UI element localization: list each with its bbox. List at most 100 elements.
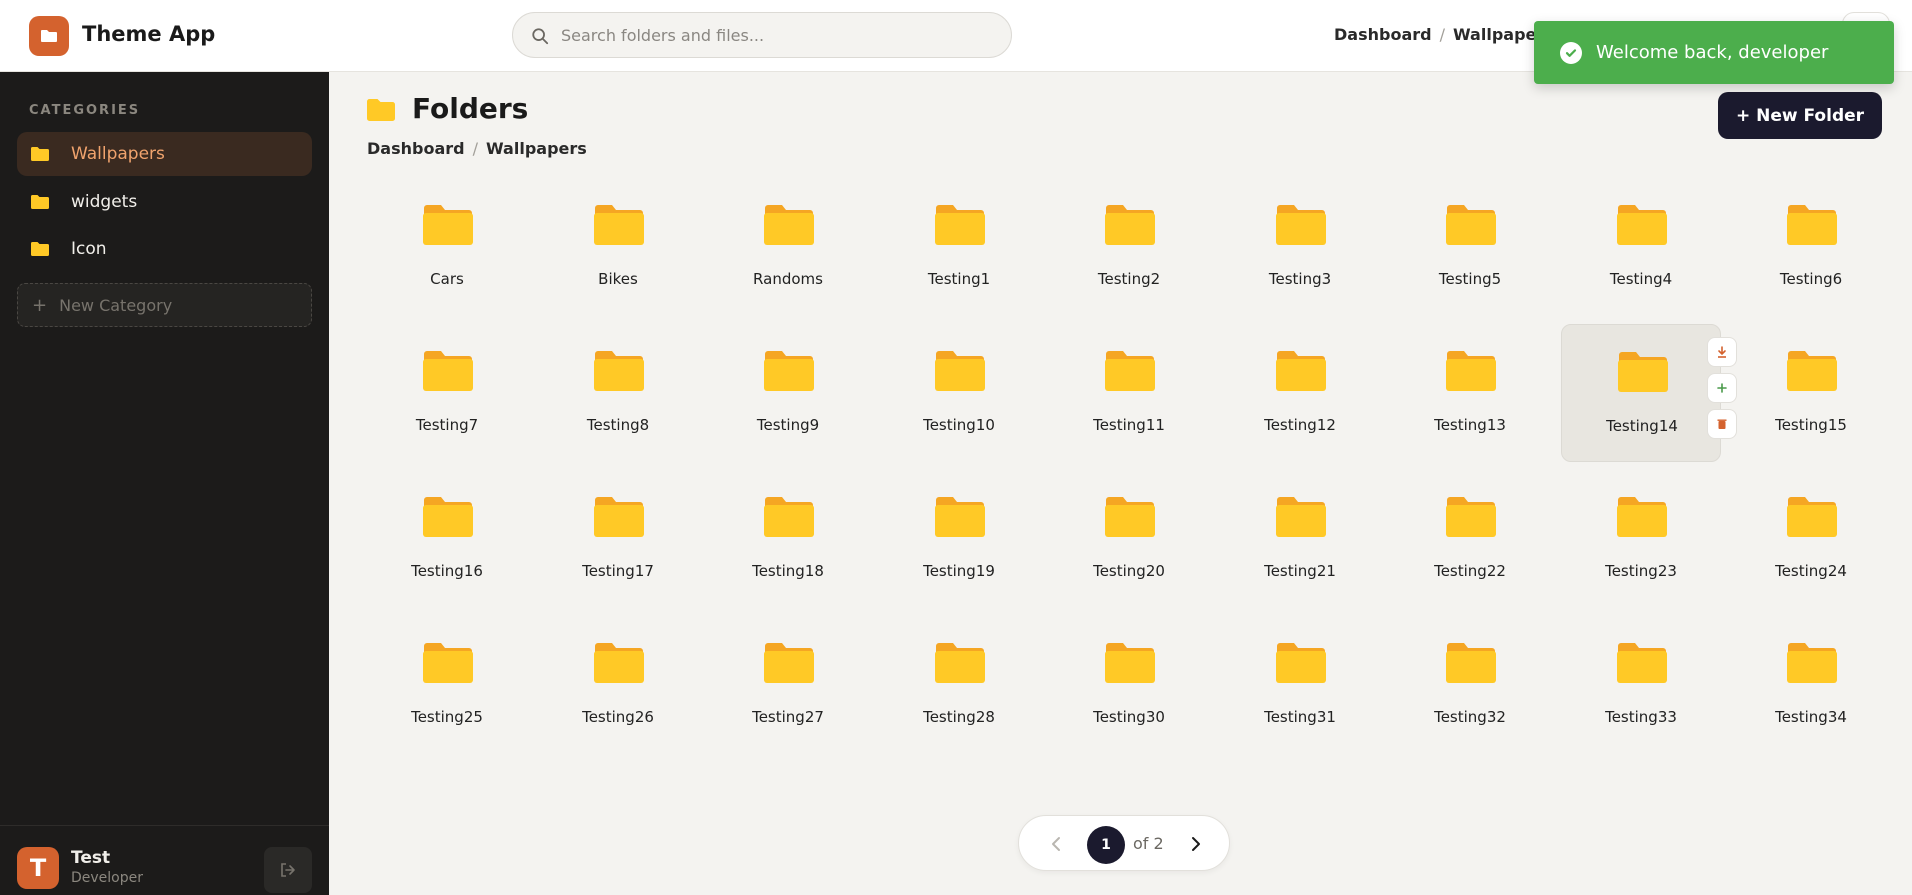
page-total: of 2	[1133, 834, 1164, 853]
sidebar-item-widgets[interactable]: widgets	[17, 180, 312, 224]
folder-tile-testing9[interactable]: Testing9	[708, 334, 868, 468]
app-logo[interactable]	[29, 16, 69, 56]
folder-name: Testing14	[1606, 417, 1678, 435]
folder-icon	[1617, 205, 1667, 245]
page-title: Folders	[412, 92, 529, 125]
folder-name: Testing28	[923, 708, 995, 726]
folder-icon	[1276, 351, 1326, 391]
folder-tile-testing4[interactable]: Testing4	[1561, 188, 1721, 322]
folder-icon	[764, 497, 814, 537]
folder-name: Testing7	[415, 416, 479, 434]
folder-icon	[423, 643, 473, 683]
breadcrumb-link-dashboard[interactable]: Dashboard	[367, 139, 465, 158]
folder-name: Testing10	[923, 416, 995, 434]
folder-icon	[41, 30, 57, 42]
breadcrumb-link-dashboard[interactable]: Dashboard	[1334, 25, 1432, 44]
folder-tile-testing25[interactable]: Testing25	[367, 626, 527, 760]
folder-icon	[935, 643, 985, 683]
folder-name: Testing31	[1264, 708, 1336, 726]
folder-tile-testing16[interactable]: Testing16	[367, 480, 527, 614]
folder-tile-testing13[interactable]: Testing13	[1390, 334, 1550, 468]
folder-name: Testing1	[927, 270, 991, 288]
folder-name: Bikes	[598, 270, 638, 288]
folder-tile-testing15[interactable]: Testing15	[1731, 334, 1891, 468]
folder-tile-randoms[interactable]: Randoms	[708, 188, 868, 322]
folder-tile-testing14[interactable]: Testing14	[1561, 324, 1737, 462]
folder-name: Testing15	[1775, 416, 1847, 434]
folder-name: Testing6	[1779, 270, 1843, 288]
folder-tile-testing22[interactable]: Testing22	[1390, 480, 1550, 614]
sidebar-item-label: widgets	[71, 192, 138, 212]
chevron-left-icon[interactable]	[1047, 834, 1067, 854]
current-page[interactable]: 1	[1087, 826, 1125, 864]
folder-icon	[935, 205, 985, 245]
folder-tile-testing1[interactable]: Testing1	[879, 188, 1039, 322]
avatar[interactable]: T	[17, 847, 59, 889]
folder-tile-testing10[interactable]: Testing10	[879, 334, 1039, 468]
folder-icon	[764, 351, 814, 391]
folder-tile-testing32[interactable]: Testing32	[1390, 626, 1550, 760]
folder-icon	[367, 99, 395, 121]
folder-name: Testing26	[582, 708, 654, 726]
breadcrumb-link-wallpapers[interactable]: Wallpapers	[486, 139, 587, 158]
folder-tile-testing23[interactable]: Testing23	[1561, 480, 1721, 614]
folder-icon	[423, 497, 473, 537]
folder-name: Testing2	[1097, 270, 1161, 288]
folder-icon	[1105, 497, 1155, 537]
trash-icon	[1717, 419, 1727, 429]
folder-tile-testing3[interactable]: Testing3	[1220, 188, 1380, 322]
new-category-button[interactable]: + New Category	[17, 283, 312, 327]
folder-tile-testing8[interactable]: Testing8	[538, 334, 698, 468]
folder-name: Testing18	[752, 562, 824, 580]
folder-name: Testing8	[586, 416, 650, 434]
folder-icon	[1787, 497, 1837, 537]
folder-icon	[764, 643, 814, 683]
folder-tile-testing31[interactable]: Testing31	[1220, 626, 1380, 760]
folder-icon	[1446, 497, 1496, 537]
folder-tile-testing12[interactable]: Testing12	[1220, 334, 1380, 468]
folder-tile-testing24[interactable]: Testing24	[1731, 480, 1891, 614]
folder-tile-bikes[interactable]: Bikes	[538, 188, 698, 322]
folder-icon	[764, 205, 814, 245]
header-breadcrumb: Dashboard / Wallpapers	[1334, 25, 1554, 44]
sidebar-item-icon[interactable]: Icon	[17, 227, 312, 271]
pagination: 1 of 2	[1018, 815, 1230, 871]
folder-icon	[935, 497, 985, 537]
search-input[interactable]	[561, 25, 981, 45]
sidebar-item-wallpapers[interactable]: Wallpapers	[17, 132, 312, 176]
folder-tile-testing26[interactable]: Testing26	[538, 626, 698, 760]
folder-name: Testing34	[1775, 708, 1847, 726]
folder-grid: Cars Bikes Randoms Testing1 Testing2 Testing3…	[367, 188, 1892, 768]
folder-tile-testing5[interactable]: Testing5	[1390, 188, 1550, 322]
folder-tile-testing33[interactable]: Testing33	[1561, 626, 1721, 760]
folder-tile-testing28[interactable]: Testing28	[879, 626, 1039, 760]
plus-icon	[1717, 383, 1727, 393]
user-name: Test	[71, 848, 111, 868]
new-folder-button[interactable]: + New Folder	[1718, 92, 1882, 139]
folder-tile-testing17[interactable]: Testing17	[538, 480, 698, 614]
folder-tile-testing20[interactable]: Testing20	[1049, 480, 1209, 614]
folder-name: Randoms	[753, 270, 823, 288]
search-bar[interactable]	[512, 12, 1012, 58]
folder-name: Testing19	[923, 562, 995, 580]
new-category-label: New Category	[59, 295, 173, 315]
folder-icon	[594, 497, 644, 537]
folder-tile-testing6[interactable]: Testing6	[1731, 188, 1891, 322]
check-circle-icon	[1560, 41, 1582, 64]
folder-tile-testing7[interactable]: Testing7	[367, 334, 527, 468]
folder-icon	[423, 205, 473, 245]
folder-tile-cars[interactable]: Cars	[367, 188, 527, 322]
folder-tile-testing34[interactable]: Testing34	[1731, 626, 1891, 760]
folder-tile-testing2[interactable]: Testing2	[1049, 188, 1209, 322]
folder-tile-testing19[interactable]: Testing19	[879, 480, 1039, 614]
folder-icon	[1446, 205, 1496, 245]
folder-tile-testing30[interactable]: Testing30	[1049, 626, 1209, 760]
folder-tile-testing21[interactable]: Testing21	[1220, 480, 1380, 614]
folder-icon	[1618, 352, 1668, 392]
chevron-right-icon[interactable]	[1185, 834, 1205, 854]
folder-tile-testing11[interactable]: Testing11	[1049, 334, 1209, 468]
folder-tile-testing27[interactable]: Testing27	[708, 626, 868, 760]
logout-button[interactable]	[264, 847, 312, 893]
folder-tile-testing18[interactable]: Testing18	[708, 480, 868, 614]
user-role: Developer	[71, 870, 144, 886]
